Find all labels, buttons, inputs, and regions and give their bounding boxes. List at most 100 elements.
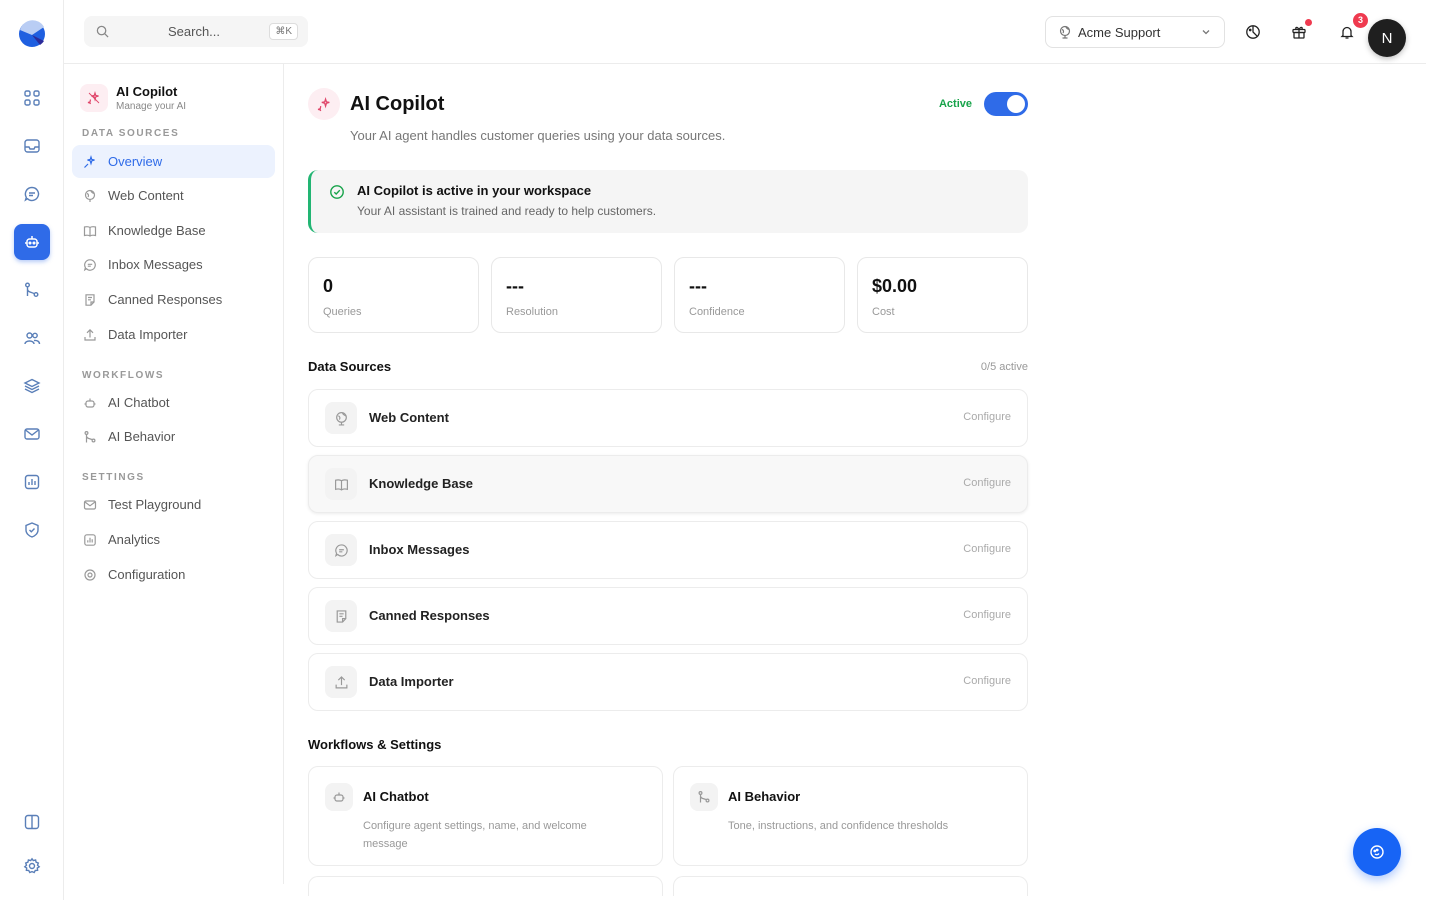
upload-icon <box>82 327 98 343</box>
source-row-canned-responses[interactable]: Canned Responses Configure <box>308 587 1028 645</box>
rail-workflows-button[interactable] <box>14 272 50 308</box>
rail-campaigns-button[interactable] <box>14 416 50 452</box>
data-sources-heading: Data Sources <box>308 359 392 374</box>
subnav-item-knowledge-base[interactable]: Knowledge Base <box>72 214 275 247</box>
subnav-item-inbox-messages[interactable]: Inbox Messages <box>72 248 275 281</box>
subnav-item-data-importer[interactable]: Data Importer <box>72 318 275 351</box>
theme-button[interactable] <box>1242 21 1264 43</box>
workflows-heading: Workflows & Settings <box>308 737 442 752</box>
rail-ai-copilot-button[interactable] <box>14 224 50 260</box>
chart-icon <box>82 532 98 548</box>
subnav-item-overview[interactable]: Overview <box>72 145 275 178</box>
subnav-item-ai-chatbot[interactable]: AI Chatbot <box>72 386 275 419</box>
stat-card-cost: $0.00 Cost <box>857 257 1028 333</box>
upload-icon <box>325 666 357 698</box>
chat-icon <box>24 186 40 202</box>
workflow-card-ai-chatbot[interactable]: AI Chatbot Configure agent settings, nam… <box>308 766 663 866</box>
rail-contacts-button[interactable] <box>14 320 50 356</box>
configure-link[interactable]: Configure <box>963 477 1011 489</box>
stat-label: Resolution <box>506 306 558 318</box>
subnav-item-label: Configuration <box>108 567 186 582</box>
rail-security-button[interactable] <box>14 512 50 548</box>
branch-icon <box>25 282 39 297</box>
source-name: Knowledge Base <box>369 476 474 491</box>
globe-icon <box>325 402 357 434</box>
top-bar: ⌘K Acme Support 3 N <box>64 0 1426 64</box>
chat-bubble-icon <box>1370 845 1384 859</box>
subnav-subtitle: Manage your AI <box>116 101 187 112</box>
rail-messages-button[interactable] <box>14 176 50 212</box>
bell-icon <box>1340 26 1354 39</box>
stat-card-confidence: --- Confidence <box>674 257 845 333</box>
active-status-label: Active <box>938 98 972 110</box>
configure-link[interactable]: Configure <box>963 543 1011 555</box>
search-box[interactable]: ⌘K <box>84 16 308 47</box>
source-row-data-importer[interactable]: Data Importer Configure <box>308 653 1028 711</box>
workspace-name: Acme Support <box>1078 24 1161 40</box>
source-row-web-content[interactable]: Web Content Configure <box>308 389 1028 447</box>
search-shortcut-hint: ⌘K <box>269 23 298 40</box>
banner-title: AI Copilot is active in your workspace <box>357 183 592 198</box>
support-chat-button[interactable] <box>1353 828 1401 876</box>
gear-icon <box>23 857 41 874</box>
page-title: AI Copilot <box>350 92 445 115</box>
bot-icon <box>325 783 353 811</box>
banner-text: Your AI assistant is trained and ready t… <box>357 204 657 218</box>
configure-link[interactable]: Configure <box>963 411 1011 423</box>
data-sources-count: 0/5 active <box>980 361 1028 373</box>
workflow-card-partial[interactable] <box>308 876 663 896</box>
copilot-subnav: AI Copilot Manage your AI DATA SOURCES O… <box>64 64 284 884</box>
inbox-icon <box>24 139 40 153</box>
source-name: Web Content <box>369 410 449 425</box>
gifts-button[interactable] <box>1288 19 1312 43</box>
rail-settings-button[interactable] <box>14 848 50 884</box>
workflow-name: AI Chatbot <box>363 789 429 804</box>
subnav-item-label: AI Chatbot <box>108 395 170 410</box>
active-toggle[interactable] <box>984 92 1028 116</box>
search-input[interactable] <box>124 16 264 47</box>
workflow-card-partial[interactable] <box>673 876 1028 896</box>
source-row-knowledge-base[interactable]: Knowledge Base Configure <box>308 455 1028 513</box>
subnav-item-label: Canned Responses <box>108 292 223 307</box>
user-avatar[interactable]: N <box>1368 19 1406 57</box>
users-icon <box>24 332 41 345</box>
bot-icon <box>82 395 98 411</box>
note-icon <box>82 292 98 308</box>
workflow-description: Tone, instructions, and confidence thres… <box>728 820 949 832</box>
section-label-data-sources: DATA SOURCES <box>82 128 180 139</box>
stat-label: Queries <box>323 306 362 318</box>
subnav-item-label: Web Content <box>108 188 184 203</box>
subnav-item-analytics[interactable]: Analytics <box>72 523 275 556</box>
subnav-item-web-content[interactable]: Web Content <box>72 179 275 212</box>
branch-icon <box>82 429 98 445</box>
rail-reports-button[interactable] <box>14 464 50 500</box>
app-rail <box>0 0 64 900</box>
source-row-inbox-messages[interactable]: Inbox Messages Configure <box>308 521 1028 579</box>
rail-panel-toggle-button[interactable] <box>14 804 50 840</box>
sparkles-icon <box>80 84 108 112</box>
workflow-card-ai-behavior[interactable]: AI Behavior Tone, instructions, and conf… <box>673 766 1028 866</box>
subnav-item-test-playground[interactable]: Test Playground <box>72 488 275 521</box>
layers-icon <box>23 378 41 394</box>
rail-layers-button[interactable] <box>14 368 50 404</box>
configure-link[interactable]: Configure <box>963 609 1011 621</box>
configure-link[interactable]: Configure <box>963 675 1011 687</box>
book-icon <box>82 223 98 239</box>
subnav-item-ai-behavior[interactable]: AI Behavior <box>72 420 275 453</box>
grid-icon <box>24 90 40 106</box>
subnav-item-configuration[interactable]: Configuration <box>72 558 275 591</box>
sparkles-icon <box>308 88 340 120</box>
subnav-item-canned-responses[interactable]: Canned Responses <box>72 283 275 316</box>
workflow-description: Configure agent settings, name, and welc… <box>363 820 587 850</box>
workspace-select[interactable]: Acme Support <box>1045 16 1225 48</box>
notifications-button[interactable]: 3 <box>1336 13 1368 43</box>
notifications-badge: 3 <box>1353 13 1368 28</box>
app-logo[interactable] <box>18 15 46 49</box>
rail-inbox-button[interactable] <box>14 128 50 164</box>
rail-dashboard-button[interactable] <box>14 80 50 116</box>
stat-value: $0.00 <box>872 276 918 296</box>
page-header: AI Copilot <box>308 88 444 120</box>
gear-icon <box>82 567 98 583</box>
page-subtitle: Your AI agent handles customer queries u… <box>350 128 726 143</box>
stat-label: Cost <box>872 306 895 318</box>
